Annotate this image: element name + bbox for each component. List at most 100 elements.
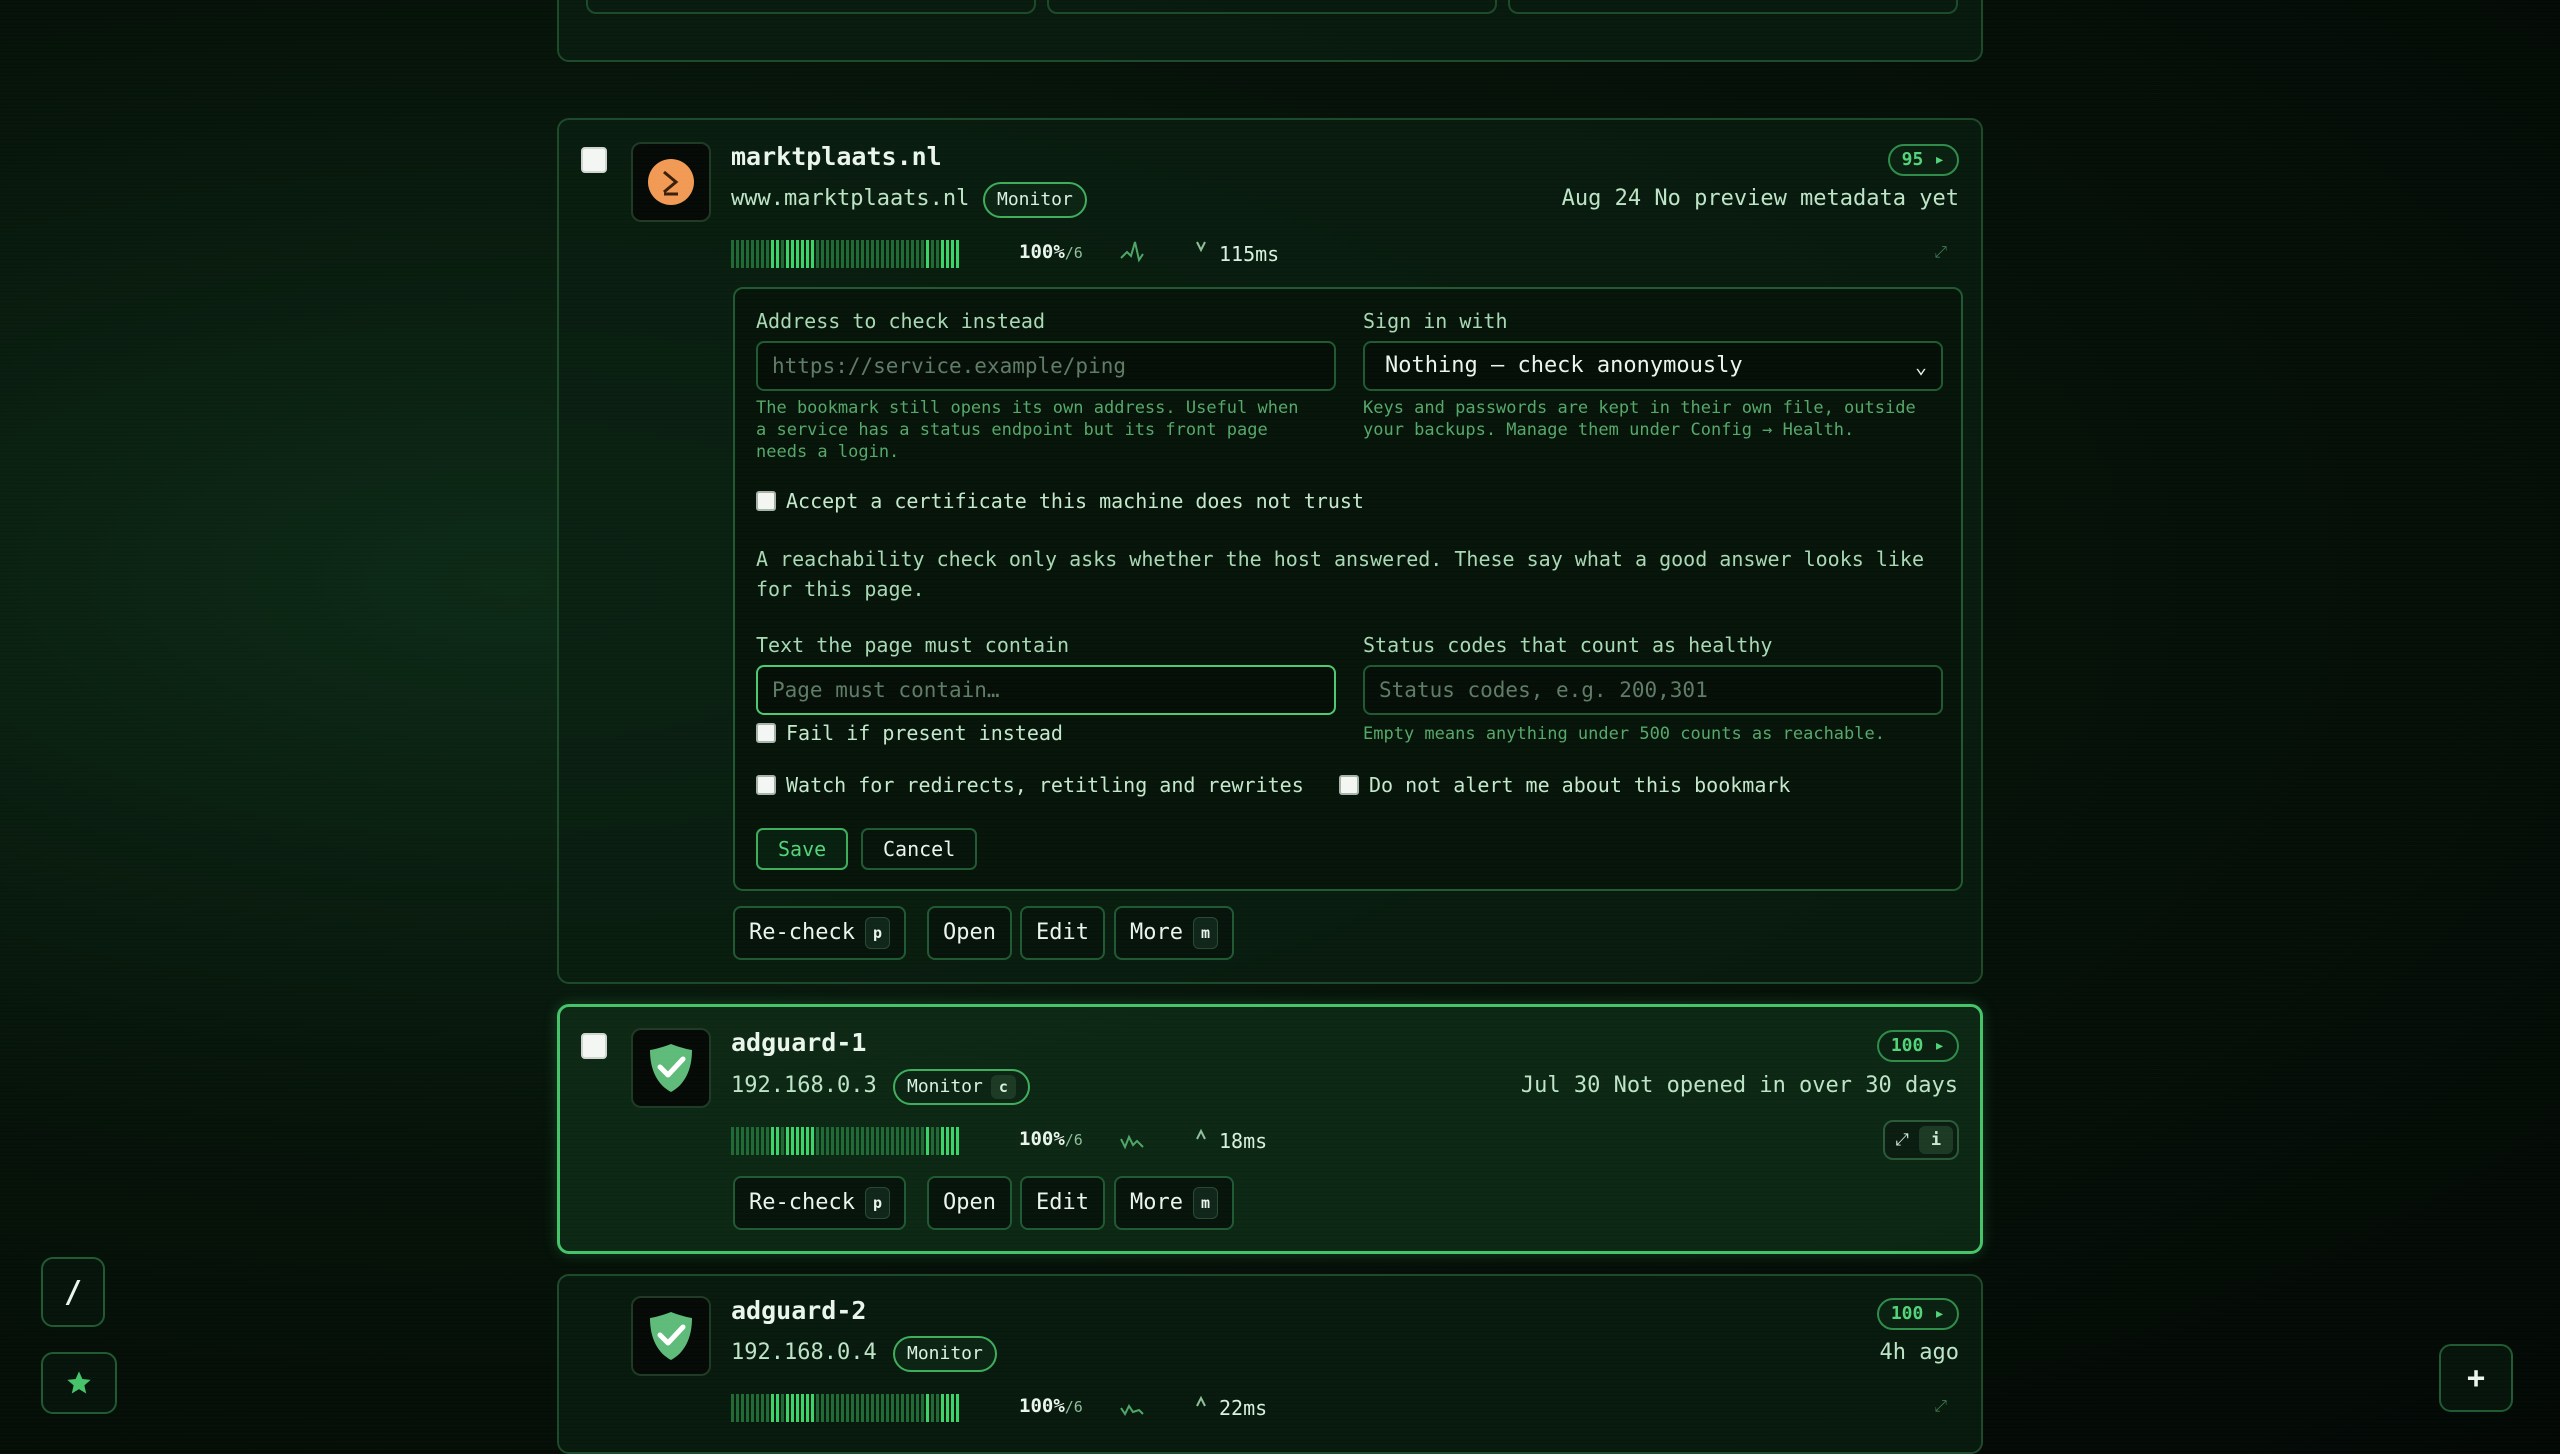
uptime-bar [781,1394,784,1422]
more-button[interactable]: More m [1114,1176,1235,1230]
uptime-bar [771,240,774,268]
address-help-line: needs a login. [756,442,900,462]
latency-trend-icon [1196,1128,1206,1140]
uptime-bar [731,1394,734,1422]
reachability-line: for this page. [756,577,925,601]
expand-icon[interactable]: ⤢ [1885,1130,1919,1150]
uptime-bar [901,240,904,268]
page-contains-input[interactable]: Page must contain… [756,665,1336,715]
shortcut-key: c [990,1075,1016,1099]
fail-if-present-checkbox[interactable]: Fail if present instead [756,721,1063,745]
watch-redirects-label: Watch for redirects, retitling and rewri… [786,773,1304,797]
select-checkbox[interactable] [581,147,607,173]
uptime-bar [811,1394,814,1422]
uptime-percent-value: 100% [1019,241,1065,263]
health-score-badge[interactable]: 100 ▸ [1876,1298,1959,1330]
expand-info-group[interactable]: ⤢ i [1883,1120,1959,1160]
monitor-tag[interactable]: Monitor [893,1336,997,1372]
uptime-bar [851,1127,854,1155]
uptime-bar [921,1127,924,1155]
monitor-tag[interactable]: Monitor c [893,1069,1030,1105]
uptime-bar [826,1394,829,1422]
uptime-bar [786,1127,789,1155]
uptime-bar [856,1127,859,1155]
uptime-bar [941,240,944,268]
open-button[interactable]: Open [927,906,1012,960]
uptime-bar [866,1394,869,1422]
uptime-bar [766,240,769,268]
latency-value: 115ms [1219,242,1280,266]
search-button[interactable]: / [41,1257,105,1327]
uptime-bar [956,1394,959,1422]
uptime-bar [756,1394,759,1422]
uptime-bar [856,1394,859,1422]
accept-cert-checkbox[interactable]: Accept a certificate this machine does n… [756,489,1364,513]
checkbox-box[interactable] [756,491,776,511]
uptime-bar [881,240,884,268]
uptime-bar [841,240,844,268]
uptime-bar [781,240,784,268]
bookmark-host[interactable]: www.marktplaats.nl [731,186,969,211]
expand-icon[interactable]: ⤢ [1934,1396,1947,1416]
monitor-tag[interactable]: Monitor [983,182,1087,218]
bookmark-host[interactable]: 192.168.0.4 [731,1340,877,1365]
checkbox-box[interactable] [1339,775,1359,795]
add-bookmark-button[interactable]: + [2439,1344,2513,1412]
uptime-bar [806,1127,809,1155]
bookmark-title[interactable]: marktplaats.nl [731,142,942,171]
address-input[interactable]: https://service.example/ping [756,341,1336,391]
no-alert-checkbox[interactable]: Do not alert me about this bookmark [1339,773,1790,797]
uptime-bar [911,1394,914,1422]
signin-select[interactable]: Nothing — check anonymously ⌄ [1363,341,1943,391]
uptime-percent: 100%/6 [1019,1128,1083,1150]
more-label: More [1130,1190,1183,1215]
open-button[interactable]: Open [927,1176,1012,1230]
recheck-button[interactable]: Re-check p [733,906,906,960]
uptime-bar [841,1394,844,1422]
chevron-down-icon: ⌄ [1914,354,1927,378]
edit-button[interactable]: Edit [1020,1176,1105,1230]
site-icon-box [631,142,711,222]
uptime-bar [761,240,764,268]
uptime-bar [916,1394,919,1422]
uptime-bar [801,1394,804,1422]
latency-sparkline-icon [1120,241,1144,263]
status-codes-input[interactable]: Status codes, e.g. 200,301 [1363,665,1943,715]
uptime-bar [821,1127,824,1155]
select-checkbox[interactable] [581,1033,607,1059]
address-label: Address to check instead [756,309,1045,333]
uptime-bar [846,1127,849,1155]
uptime-bar [856,240,859,268]
uptime-bars [731,1394,959,1422]
signin-select-value: Nothing — check anonymously [1385,353,1743,378]
more-button[interactable]: More m [1114,906,1235,960]
edit-button[interactable]: Edit [1020,906,1105,960]
watch-redirects-checkbox[interactable]: Watch for redirects, retitling and rewri… [756,773,1304,797]
no-alert-label: Do not alert me about this bookmark [1369,773,1791,797]
bookmark-host[interactable]: 192.168.0.3 [731,1073,877,1098]
checkbox-box[interactable] [756,775,776,795]
favorites-button[interactable] [41,1352,117,1414]
recheck-button[interactable]: Re-check p [733,1176,906,1230]
bookmark-title[interactable]: adguard-2 [731,1296,866,1325]
health-score-badge[interactable]: 95 ▸ [1887,144,1959,176]
uptime-bar [906,1127,909,1155]
uptime-bar [836,1127,839,1155]
uptime-bar [776,240,779,268]
uptime-bar [756,1127,759,1155]
uptime-bar [946,1394,949,1422]
uptime-denominator: /6 [1064,1131,1083,1149]
uptime-bar [891,1394,894,1422]
expand-icon[interactable]: ⤢ [1934,242,1947,262]
uptime-bar [936,240,939,268]
accept-cert-label: Accept a certificate this machine does n… [786,489,1364,513]
cancel-button[interactable]: Cancel [861,828,978,870]
health-score-badge[interactable]: 100 ▸ [1876,1030,1959,1062]
save-button[interactable]: Save [756,828,849,870]
uptime-bar [911,1127,914,1155]
bookmark-title[interactable]: adguard-1 [731,1028,866,1057]
info-key[interactable]: i [1919,1126,1953,1154]
checkbox-box[interactable] [756,723,776,743]
uptime-bar [891,240,894,268]
status-label: Status codes that count as healthy [1363,633,1773,657]
